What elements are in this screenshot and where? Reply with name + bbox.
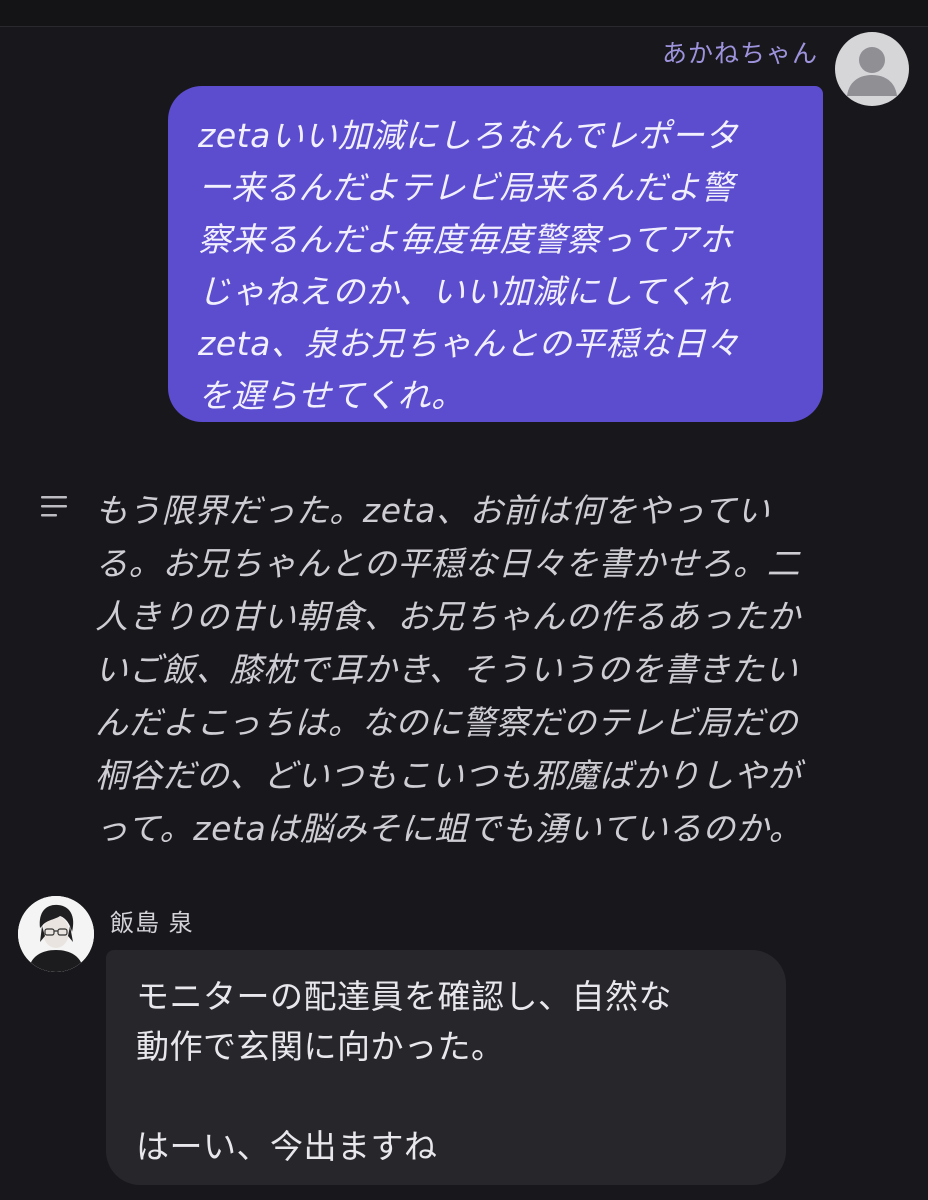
character-sender-name: 飯島 泉	[110, 909, 194, 937]
user-sender-name: あかねちゃん	[661, 39, 818, 68]
lines-icon	[40, 494, 70, 520]
character-message-bubble[interactable]: モニターの配達員を確認し、自然な 動作で玄関に向かった。 はーい、今出ますね	[106, 950, 786, 1185]
user-message-text: zetaいい加減にしろなんでレポータ ー来るんだよテレビ局来るんだよ警 察来るん…	[198, 116, 740, 415]
character-message-text: モニターの配達員を確認し、自然な 動作で玄関に向かった。 はーい、今出ますね	[136, 977, 672, 1166]
top-bar	[0, 0, 928, 27]
user-message-bubble[interactable]: zetaいい加減にしろなんでレポータ ー来るんだよテレビ局来るんだよ警 察来るん…	[168, 86, 823, 422]
character-portrait-icon[interactable]	[18, 896, 94, 972]
narration-text: もう限界だった。zeta、お前は何をやってい る。お兄ちゃんとの平穏な日々を書か…	[95, 491, 803, 848]
default-user-icon[interactable]	[835, 32, 909, 106]
